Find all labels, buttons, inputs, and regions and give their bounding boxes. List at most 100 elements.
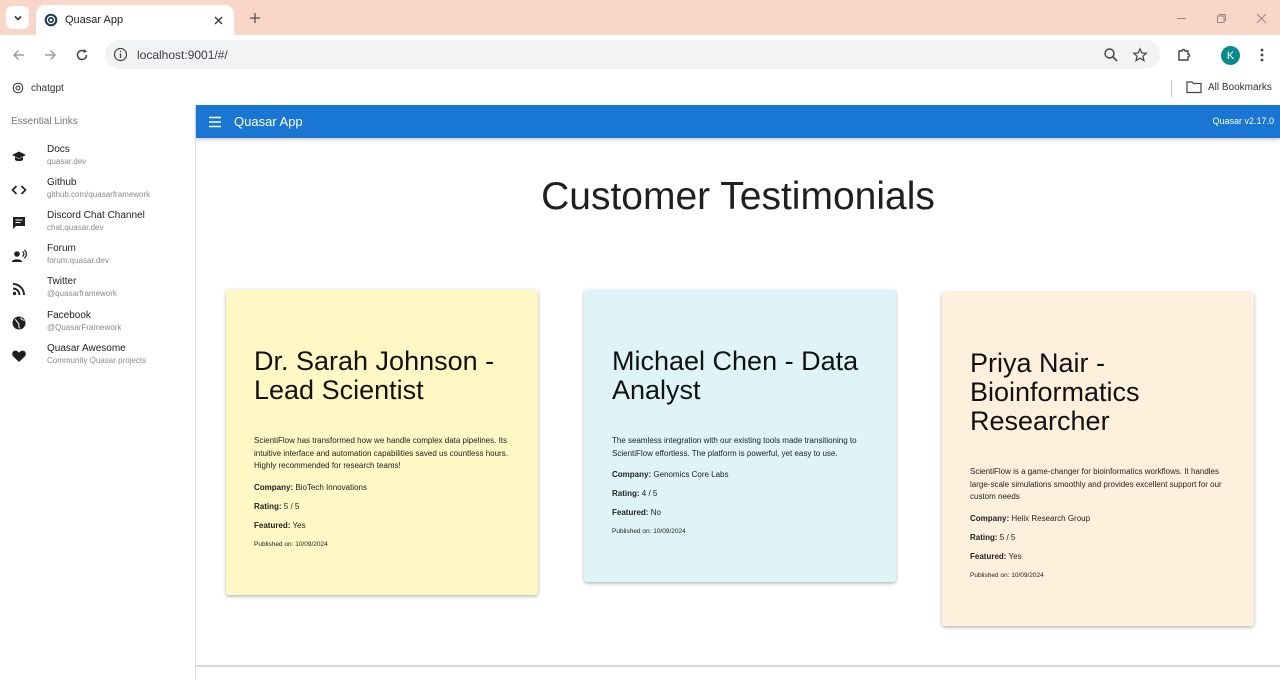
link-caption: quasar.dev [47, 157, 87, 166]
testimonial-company: Company: Genomics Core Labs [612, 470, 868, 479]
chevron-down-icon [13, 15, 22, 21]
published-label: Published on: [970, 571, 1010, 579]
forward-button[interactable] [40, 45, 60, 65]
testimonial-rating: Rating: 5 / 5 [254, 502, 510, 511]
testimonial-quote: ScientiFlow is a game-changer for bioinf… [970, 467, 1222, 501]
bookmarks-bar: chatgpt All Bookmarks [0, 75, 1280, 105]
more-vertical-icon [1260, 48, 1264, 62]
link-title: Twitter [47, 276, 77, 287]
bookmark-star-icon[interactable] [1132, 47, 1148, 63]
zoom-icon[interactable] [1103, 47, 1119, 63]
tab-title: Quasar App [65, 14, 124, 26]
restore-icon [1216, 13, 1226, 23]
link-caption: @QuasarFramework [47, 323, 122, 332]
rating-value: 5 / 5 [999, 532, 1016, 542]
window-close-button[interactable] [1252, 9, 1270, 27]
reload-button[interactable] [72, 45, 92, 65]
testimonial-company: Company: Helix Research Group [970, 514, 1226, 523]
testimonial-name: Michael Chen - Data Analyst [612, 346, 859, 405]
testimonial-card: Dr. Sarah Johnson - Lead Scientist Scien… [226, 290, 538, 595]
testimonial-card: Priya Nair - Bioinformatics Researcher S… [942, 292, 1254, 626]
browser-tab[interactable]: Quasar App [36, 5, 234, 35]
testimonial-published: Published on: 10/09/2024 [612, 528, 868, 535]
published-date: 10/09/2024 [653, 528, 686, 535]
testimonial-rating: Rating: 4 / 5 [612, 489, 868, 498]
tab-search-button[interactable] [6, 6, 29, 29]
essential-link-discord[interactable]: Discord Chat Channel chat.quasar.dev [0, 207, 195, 240]
company-label: Company: [612, 470, 652, 479]
published-label: Published on: [612, 528, 652, 535]
url-text: localhost:9001/#/ [137, 48, 228, 62]
plus-icon [250, 13, 260, 23]
rating-label: Rating: [254, 501, 282, 511]
tab-close-button[interactable] [210, 12, 226, 28]
testimonial-featured: Featured: No [612, 508, 868, 517]
link-title: Forum [47, 243, 76, 254]
all-bookmarks-label: All Bookmarks [1208, 81, 1272, 93]
bookmarks-divider [1171, 80, 1172, 97]
new-tab-button[interactable] [246, 9, 264, 27]
featured-value: Yes [292, 520, 306, 530]
published-date: 10/09/2024 [295, 540, 328, 548]
testimonial-rating: Rating: 5 / 5 [970, 533, 1226, 542]
essential-link-twitter[interactable]: Twitter @quasarframework [0, 273, 195, 306]
page-bottom-divider [196, 665, 1280, 667]
testimonial-featured: Featured: Yes [970, 552, 1226, 561]
testimonial-published: Published on: 10/09/2024 [254, 541, 510, 548]
extensions-button[interactable] [1175, 46, 1193, 64]
school-icon [11, 149, 27, 165]
testimonial-quote: The seamless integration with our existi… [612, 436, 857, 458]
menu-toggle-button[interactable] [207, 114, 223, 130]
code-icon [11, 182, 27, 198]
essential-link-forum[interactable]: Forum forum.quasar.dev [0, 240, 195, 273]
link-title: Facebook [47, 310, 91, 321]
restore-button[interactable] [1212, 9, 1230, 27]
page-title: Customer Testimonials [541, 175, 935, 218]
chatgpt-icon [12, 82, 24, 94]
reload-icon [76, 49, 88, 61]
menu-icon [209, 116, 221, 128]
featured-label: Featured: [612, 508, 649, 517]
link-caption: forum.quasar.dev [47, 256, 109, 265]
published-label: Published on: [254, 540, 294, 548]
quasar-version: Quasar v2.17.0 [1212, 116, 1274, 126]
essential-link-facebook[interactable]: Facebook @QuasarFramework [0, 307, 195, 340]
bookmark-label: chatgpt [31, 82, 64, 94]
minimize-icon [1176, 17, 1186, 19]
chat-icon [11, 215, 27, 231]
rating-label: Rating: [970, 532, 998, 542]
link-title: Discord Chat Channel [47, 210, 145, 221]
essential-link-quasar-awesome[interactable]: Quasar Awesome Community Quasar projects [0, 340, 195, 373]
testimonial-name: Priya Nair - Bioinformatics Researcher [970, 348, 1140, 436]
app-header: Quasar App Quasar v2.17.0 [196, 105, 1280, 138]
app-title: Quasar App [234, 114, 303, 129]
bookmark-chatgpt[interactable]: chatgpt [12, 82, 64, 94]
all-bookmarks-button[interactable]: All Bookmarks [1186, 80, 1272, 94]
essential-link-github[interactable]: Github github.com/quasarframework [0, 174, 195, 207]
testimonial-quote: ScientiFlow has transformed how we handl… [254, 436, 508, 470]
published-date: 10/09/2024 [1011, 571, 1044, 579]
browser-tab-strip: Quasar App [0, 0, 1280, 35]
company-value: BioTech Innovations [295, 482, 367, 492]
testimonial-company: Company: BioTech Innovations [254, 483, 510, 492]
back-button[interactable] [9, 45, 29, 65]
public-icon [11, 315, 27, 331]
featured-value: Yes [1008, 551, 1022, 561]
profile-avatar[interactable]: K [1221, 46, 1240, 65]
link-title: Github [47, 177, 77, 188]
featured-value: No [650, 508, 661, 517]
featured-label: Featured: [970, 551, 1007, 561]
browser-menu-button[interactable] [1253, 46, 1271, 64]
link-caption: chat.quasar.dev [47, 223, 104, 232]
testimonial-card: Michael Chen - Data Analyst The seamless… [584, 290, 896, 582]
site-info-icon[interactable] [113, 47, 128, 62]
rating-label: Rating: [612, 489, 640, 498]
company-label: Company: [254, 482, 294, 492]
rating-value: 5 / 5 [283, 501, 300, 511]
quasar-favicon-icon [44, 13, 58, 27]
folder-icon [1186, 80, 1202, 94]
company-value: Helix Research Group [1011, 513, 1091, 523]
address-bar[interactable]: localhost:9001/#/ [105, 40, 1160, 69]
minimize-button[interactable] [1172, 9, 1190, 27]
essential-link-docs[interactable]: Docs quasar.dev [0, 141, 195, 174]
